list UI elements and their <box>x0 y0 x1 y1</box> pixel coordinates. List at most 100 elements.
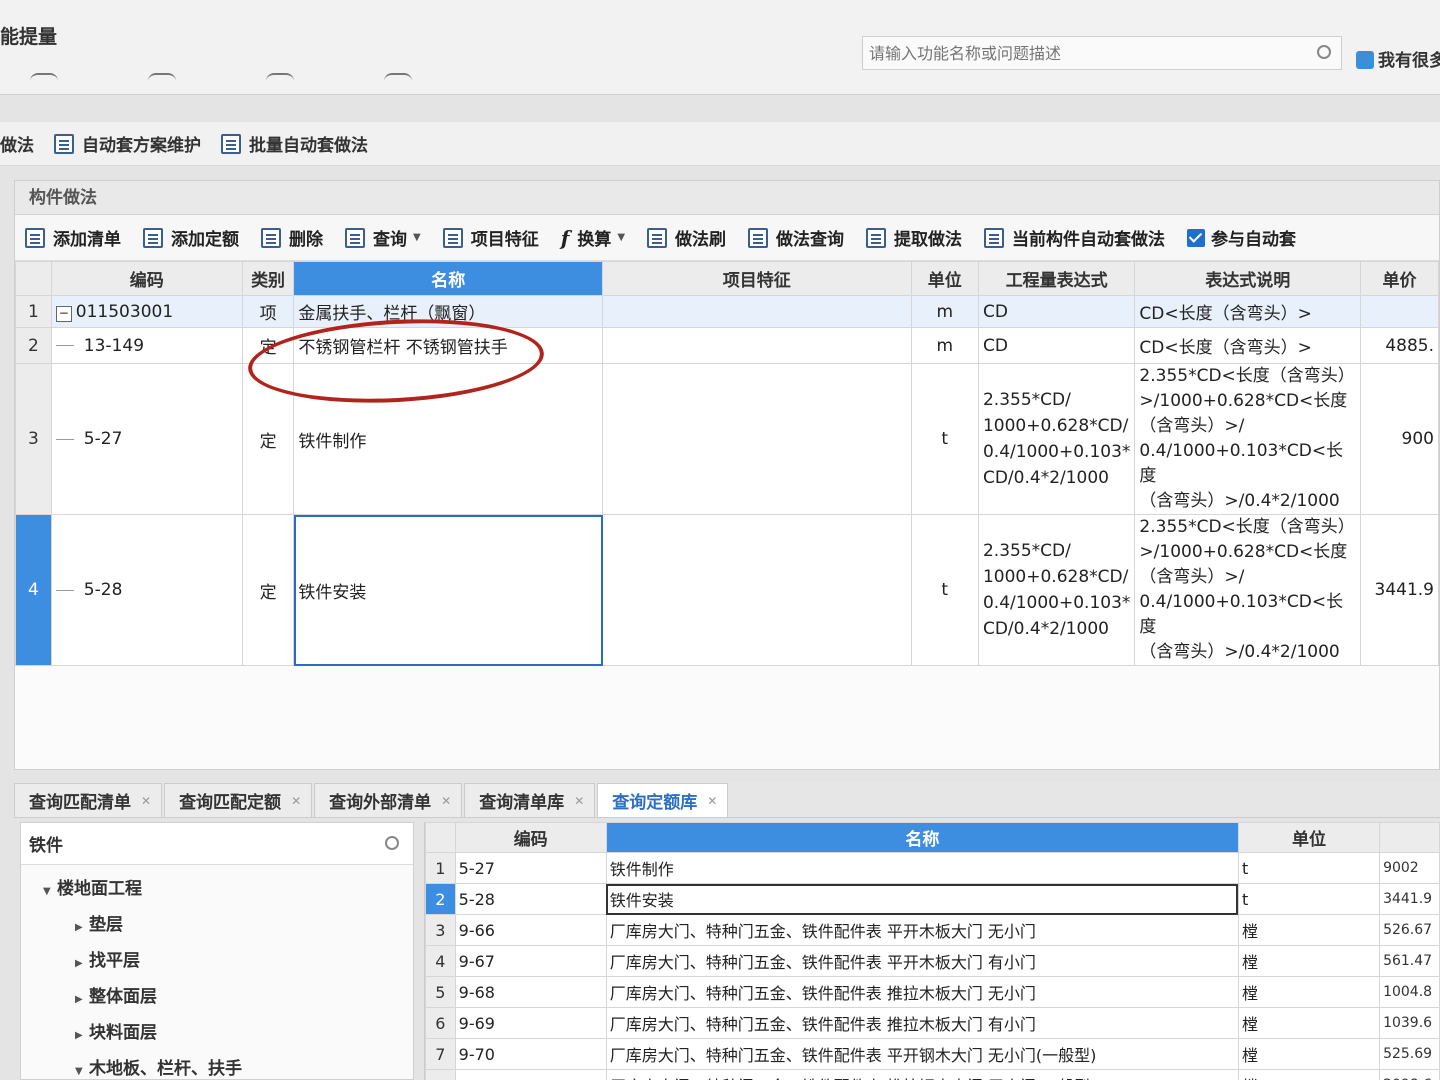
unit-cell[interactable]: t <box>910 363 979 515</box>
code-cell[interactable]: 5-28 <box>454 883 607 915</box>
price-cell[interactable] <box>1360 295 1439 328</box>
name-cell[interactable]: 厂库房大门、特种门五金、铁件配件表 推拉木板大门 有小门 <box>605 1007 1239 1039</box>
search-icon[interactable] <box>385 836 399 850</box>
code-cell[interactable]: 9-67 <box>454 945 607 977</box>
unit-cell[interactable]: 樘 <box>1237 914 1381 946</box>
code-cell[interactable]: 5-27 <box>50 363 243 515</box>
collapsed-arrow-icon[interactable]: ▶ <box>75 946 89 982</box>
column-header-price[interactable]: 单价 <box>1360 261 1439 296</box>
tab-match-list[interactable]: 查询匹配清单 ✕ <box>14 783 163 817</box>
feature-cell[interactable] <box>602 295 912 328</box>
table-row[interactable]: 5 9-68 厂库房大门、特种门五金、铁件配件表 推拉木板大门 无小门 樘 10… <box>425 976 1440 1008</box>
batch-auto-method-button[interactable]: 批量自动套做法 <box>221 131 368 156</box>
code-cell[interactable]: 13-149 <box>50 327 243 364</box>
table-row[interactable]: 4 9-67 厂库房大门、特种门五金、铁件配件表 平开木板大门 有小门 樘 56… <box>425 945 1440 977</box>
collapse-icon[interactable]: − <box>55 305 72 322</box>
table-row[interactable]: 6 9-69 厂库房大门、特种门五金、铁件配件表 推拉木板大门 有小门 樘 10… <box>425 1007 1440 1039</box>
item-feature-button[interactable]: 项目特征 <box>442 225 539 250</box>
name-cell[interactable]: 金属扶手、栏杆（飘窗） <box>293 295 604 328</box>
unit-cell[interactable]: m <box>910 327 979 364</box>
price-cell[interactable]: 525.69 <box>1379 1038 1440 1070</box>
tab-match-quota[interactable]: 查询匹配定额 ✕ <box>164 783 313 817</box>
price-cell[interactable]: 526.67 <box>1379 914 1440 946</box>
unit-cell[interactable]: 樘 <box>1237 1069 1381 1080</box>
close-icon[interactable]: ✕ <box>141 794 151 808</box>
price-cell[interactable]: 561.47 <box>1379 945 1440 977</box>
tab-quota-library[interactable]: 查询定额库 ✕ <box>597 783 729 817</box>
unit-cell[interactable]: m <box>910 295 979 328</box>
code-cell[interactable]: 5-28 <box>50 514 243 666</box>
auto-scheme-maintain-button[interactable]: 自动套方案维护 <box>54 131 201 156</box>
table-row[interactable]: 7 9-70 厂库房大门、特种门五金、铁件配件表 平开钢木大门 无小门(一般型)… <box>425 1038 1440 1070</box>
close-icon[interactable]: ✕ <box>707 794 717 808</box>
expr-cell[interactable]: CD <box>977 327 1136 364</box>
checkbox-checked-icon[interactable] <box>1187 228 1206 247</box>
query-dropdown[interactable]: 查询 ▼ <box>345 225 421 250</box>
column-header-type[interactable]: 类别 <box>241 261 295 296</box>
code-cell[interactable]: −011503001 <box>50 295 243 328</box>
name-cell[interactable]: 厂库房大门、特种门五金、铁件配件表 平开木板大门 无小门 <box>605 914 1239 946</box>
code-cell[interactable]: 9-70 <box>454 1038 607 1070</box>
price-cell[interactable]: 2098.6 <box>1379 1069 1440 1080</box>
feature-cell[interactable] <box>602 363 912 515</box>
method-brush-button[interactable]: 做法刷 <box>647 225 726 250</box>
tree-node-block-surface[interactable]: ▶ 块料面层 <box>21 1015 413 1051</box>
price-cell[interactable]: 3441.9 <box>1379 883 1440 915</box>
name-cell[interactable]: 厂库房大门、特种门五金、铁件配件表 平开木板大门 有小门 <box>605 945 1239 977</box>
table-row[interactable]: 3 9-66 厂库房大门、特种门五金、铁件配件表 平开木板大门 无小门 樘 52… <box>425 914 1440 946</box>
code-cell[interactable] <box>454 1069 607 1080</box>
column-header-desc[interactable]: 表达式说明 <box>1134 261 1362 296</box>
unit-cell[interactable]: t <box>910 514 979 666</box>
column-header-feature[interactable]: 项目特征 <box>602 261 912 296</box>
close-icon[interactable]: ✕ <box>441 794 451 808</box>
extract-method-button[interactable]: 提取做法 <box>866 225 962 250</box>
convert-dropdown[interactable]: f 换算 ▼ <box>561 225 625 251</box>
unit-cell[interactable]: t <box>1237 852 1381 884</box>
table-row-selected[interactable]: 4 5-28 定 铁件安装 t 2.355*CD/ 1000+0.628*CD/… <box>15 514 1439 666</box>
table-row[interactable]: 厂库房大门、特种门五金、铁件配件表 推拉钢木大门 无小门(一般型) 樘 2098… <box>425 1069 1440 1080</box>
name-cell[interactable]: 铁件制作 <box>605 852 1239 884</box>
help-link[interactable]: 我有很多 <box>1356 46 1440 71</box>
unit-cell[interactable]: 樘 <box>1237 1038 1381 1070</box>
price-cell[interactable]: 4885. <box>1360 327 1439 364</box>
add-list-button[interactable]: 添加清单 <box>25 225 121 250</box>
name-cell[interactable]: 厂库房大门、特种门五金、铁件配件表 推拉钢木大门 无小门(一般型) <box>605 1069 1239 1080</box>
collapsed-arrow-icon[interactable]: ▶ <box>75 982 89 1018</box>
table-row[interactable]: 3 5-27 定 铁件制作 t 2.355*CD/ 1000+0.628*CD/… <box>15 363 1439 515</box>
name-cell[interactable]: 不锈钢管栏杆 不锈钢管扶手 <box>293 327 604 364</box>
feature-cell[interactable] <box>602 514 912 666</box>
collapsed-arrow-icon[interactable]: ▶ <box>75 910 89 946</box>
table-row[interactable]: 1 −011503001 项 金属扶手、栏杆（飘窗） m CD CD<长度（含弯… <box>15 295 1439 328</box>
function-search[interactable] <box>862 36 1342 70</box>
unit-cell[interactable]: t <box>1237 883 1381 915</box>
quota-search-input[interactable] <box>21 823 361 863</box>
column-header-unit[interactable]: 单位 <box>910 261 979 296</box>
price-cell[interactable]: 9002 <box>1379 852 1440 884</box>
tree-node-integral-surface[interactable]: ▶ 整体面层 <box>21 979 413 1015</box>
type-cell[interactable]: 定 <box>241 514 295 666</box>
quota-search[interactable] <box>21 823 413 865</box>
method-button[interactable]: 做法 <box>0 131 34 156</box>
name-cell[interactable]: 铁件制作 <box>293 363 604 515</box>
tree-node-floor-works[interactable]: ▼ 楼地面工程 <box>21 871 413 907</box>
search-icon[interactable] <box>1317 45 1331 59</box>
auto-method-button[interactable]: 当前构件自动套做法 <box>984 225 1165 250</box>
column-header-expr[interactable]: 工程量表达式 <box>977 261 1136 296</box>
close-icon[interactable]: ✕ <box>291 794 301 808</box>
code-cell[interactable]: 9-69 <box>454 1007 607 1039</box>
column-header-price[interactable] <box>1379 822 1440 853</box>
price-cell[interactable]: 3441.9 <box>1360 514 1439 666</box>
price-cell[interactable]: 1039.6 <box>1379 1007 1440 1039</box>
name-cell[interactable]: 厂库房大门、特种门五金、铁件配件表 推拉木板大门 无小门 <box>605 976 1239 1008</box>
table-row[interactable]: 1 5-27 铁件制作 t 9002 <box>425 852 1440 884</box>
method-query-button[interactable]: 做法查询 <box>748 225 844 250</box>
feature-cell[interactable] <box>602 327 912 364</box>
tree-node-cushion[interactable]: ▶ 垫层 <box>21 907 413 943</box>
expr-cell[interactable]: 2.355*CD/ 1000+0.628*CD/ 0.4/1000+0.103*… <box>977 514 1136 666</box>
delete-button[interactable]: 删除 <box>261 225 323 250</box>
expanded-arrow-icon[interactable]: ▼ <box>43 874 57 910</box>
join-auto-checkbox[interactable]: 参与自动套 <box>1187 225 1296 250</box>
code-cell[interactable]: 5-27 <box>454 852 607 884</box>
type-cell[interactable]: 定 <box>241 363 295 515</box>
code-cell[interactable]: 9-68 <box>454 976 607 1008</box>
